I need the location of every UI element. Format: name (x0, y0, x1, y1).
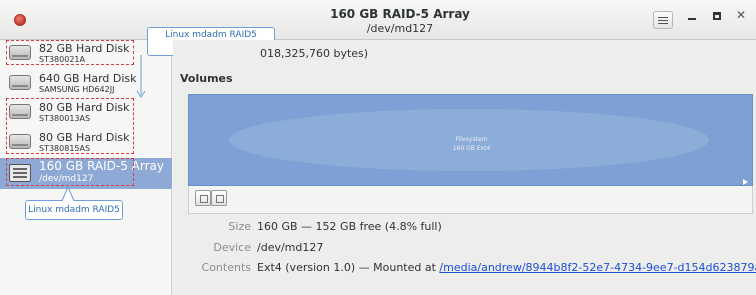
disk-model: SAMSUNG HD642JJ (39, 85, 115, 94)
contents-key: Contents (201, 261, 251, 274)
volume-arrow-icon (743, 179, 748, 185)
minimize-icon[interactable] (688, 18, 696, 20)
window-subtitle: /dev/md127 (366, 22, 434, 35)
menu-line-icon (658, 17, 668, 18)
disk-name: 640 GB Hard Disk (39, 72, 137, 85)
size-bytes-text: 018,325,760 bytes) (260, 47, 369, 60)
annotation-box-disk-1 (6, 40, 134, 65)
gear-settings-button[interactable] (211, 190, 227, 206)
contents-row: Contents Ext4 (version 1.0) — Mounted at … (188, 261, 756, 274)
close-dot-icon[interactable] (14, 14, 26, 26)
annotation-box-raid (6, 158, 134, 186)
close-icon[interactable]: ✕ (736, 8, 746, 22)
maximize-icon[interactable] (713, 12, 721, 20)
raid-callout-tail-icon (61, 186, 75, 201)
volume-type-label: Filesystem (455, 136, 488, 143)
menu-button[interactable] (653, 11, 673, 29)
hard-disk-icon (9, 75, 31, 90)
unmount-button[interactable] (195, 190, 211, 206)
volumes-heading: Volumes (180, 72, 233, 85)
size-key: Size (228, 220, 251, 233)
contents-value: Ext4 (version 1.0) — Mounted at (257, 261, 440, 274)
window-title: 160 GB RAID-5 Array (330, 7, 470, 21)
device-key: Device (213, 241, 251, 254)
size-row: Size 160 GB — 152 GB free (4.8% full) (188, 220, 442, 233)
callout-arrow-icon (136, 55, 146, 98)
menu-line-icon (658, 20, 668, 21)
main-panel: 018,325,760 bytes) Volumes Filesystem 16… (173, 40, 756, 295)
menu-line-icon (658, 23, 668, 24)
volume-toolbar (188, 186, 753, 214)
device-row: Device/dev/md127 (188, 241, 323, 254)
size-value: 160 GB — 152 GB free (4.8% full) (257, 220, 442, 233)
volume-label: Filesystem 160 GB Ext4 (189, 135, 754, 153)
header-bar: 160 GB RAID-5 Array /dev/md127 ✕ (0, 0, 756, 40)
annotation-box-disks-3-4 (6, 98, 134, 154)
volume-size-label: 160 GB Ext4 (452, 145, 491, 152)
device-value: /dev/md127 (257, 241, 324, 254)
volume-filesystem[interactable]: Filesystem 160 GB Ext4 (188, 94, 753, 186)
raid-callout: Linux mdadm RAID5 (25, 200, 123, 220)
mount-path-link[interactable]: /media/andrew/8944b8f2-52e7-4734-9ee7-d1… (439, 261, 756, 274)
